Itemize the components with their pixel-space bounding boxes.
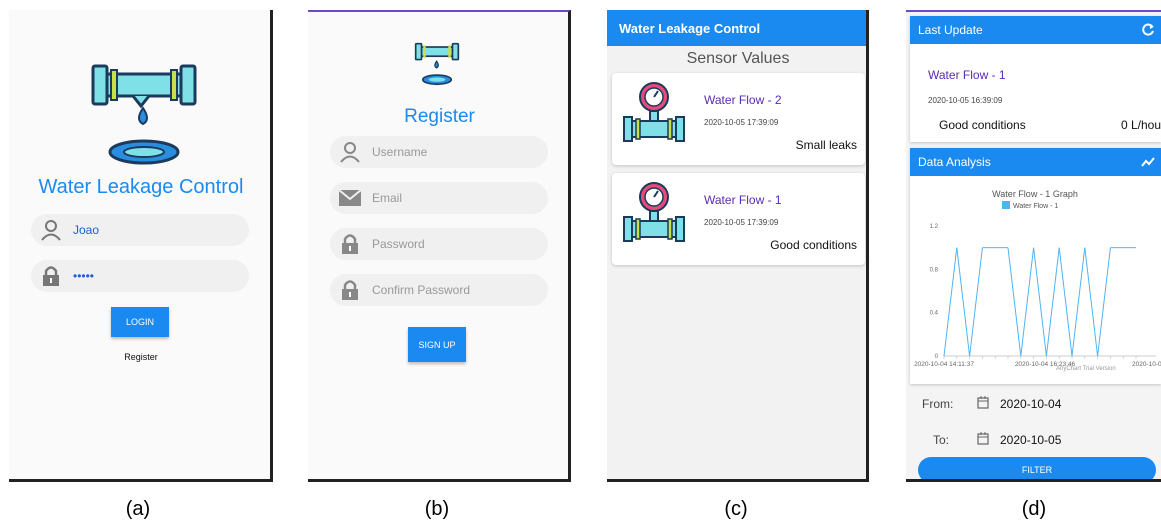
x-tick-label: 2020-10-04 16:2: [1132, 361, 1161, 368]
sensor-detail-screen: Last Update Water Flow - 1 2020-10-05 16…: [906, 10, 1161, 482]
last-update-header: Last Update: [910, 16, 1161, 44]
caption-b: (b): [424, 498, 450, 520]
chart-watermark: AnyChart Trial Version: [1056, 366, 1116, 372]
from-date-input[interactable]: 2020-10-04: [1000, 397, 1061, 411]
sensor-name: Water Flow - 2: [704, 93, 782, 107]
login-button[interactable]: LOGIN: [111, 307, 169, 337]
password-field[interactable]: •••••: [31, 260, 249, 292]
password-placeholder: Password: [372, 237, 425, 251]
series-line-segment: [1058, 247, 1073, 357]
caption-d: (d): [1021, 498, 1047, 520]
sign-up-button[interactable]: SIGN UP: [408, 327, 466, 362]
series-line-segment: [969, 247, 983, 357]
last-update-title: Last Update: [918, 23, 983, 37]
caption-a: (a): [125, 498, 151, 520]
data-analysis-header: Data Analysis: [910, 148, 1161, 176]
pressure-gauge-pipe-icon: [623, 182, 685, 242]
lock-icon: [39, 264, 63, 288]
data-analysis-card: Data Analysis Water Flow - 1 Graph Water…: [910, 148, 1161, 384]
line-chart: Water Flow - 1 Graph Water Flow - 1 0 0.4…: [914, 189, 1161, 372]
section-title: Sensor Values: [686, 50, 790, 67]
calendar-icon: [977, 432, 989, 445]
legend-label: Water Flow - 1: [1013, 203, 1058, 210]
refresh-icon[interactable]: [1141, 23, 1155, 37]
legend-swatch: [1002, 201, 1010, 209]
y-tick-label: 0.8: [930, 267, 939, 273]
sensor-status: Good conditions: [939, 118, 1026, 132]
series-line-segment: [1033, 247, 1047, 357]
calendar-icon: [977, 396, 989, 409]
username-field[interactable]: Joao: [31, 214, 249, 246]
pressure-gauge-pipe-icon: [623, 82, 685, 142]
app-title: Water Leakage Control: [38, 176, 244, 198]
series-line-segment: [943, 247, 958, 357]
lock-icon: [338, 232, 362, 256]
sensor-list-screen: Water Leakage Control Sensor Values Wate…: [607, 10, 869, 482]
sensor-timestamp: 2020-10-05 16:39:09: [928, 96, 1003, 105]
y-tick-label: 1.2: [930, 224, 939, 230]
register-link[interactable]: Register: [9, 352, 270, 362]
to-date-input[interactable]: 2020-10-05: [1000, 433, 1061, 447]
to-label: To:: [933, 433, 950, 447]
sensor-name: Water Flow - 1: [704, 193, 782, 207]
username-placeholder: Username: [372, 145, 428, 159]
series-line-segment: [1097, 247, 1111, 357]
series-line-segment: [1020, 247, 1035, 357]
sensor-name: Water Flow - 1: [928, 68, 1006, 82]
confirm-password-placeholder: Confirm Password: [372, 283, 471, 297]
user-icon: [39, 218, 63, 242]
data-analysis-title: Data Analysis: [918, 155, 991, 169]
user-icon: [338, 140, 362, 164]
login-screen: Water Leakage Control Joao ••••• LOGIN R…: [9, 10, 273, 482]
sensor-card-2[interactable]: Water Flow - 1 2020-10-05 17:39:09 Good …: [612, 173, 865, 265]
flow-value: 0 L/hour: [1120, 118, 1161, 132]
sensor-status: Good conditions: [770, 238, 857, 252]
lock-icon: [338, 278, 362, 302]
confirm-password-input[interactable]: Confirm Password: [330, 274, 548, 306]
last-update-card: Last Update Water Flow - 1 2020-10-05 16…: [910, 16, 1161, 142]
series-line-segment: [1071, 247, 1086, 357]
email-input[interactable]: Email: [330, 182, 548, 214]
series-line-segment: [1007, 247, 1022, 357]
pipe-leak-logo-icon: [91, 64, 197, 165]
y-tick-label: 0: [935, 354, 939, 360]
caption-c: (c): [724, 498, 748, 520]
series-line-segment: [1045, 247, 1060, 357]
mail-icon: [338, 186, 362, 210]
trend-icon: [1141, 157, 1155, 167]
x-tick-label: 2020-10-04 14:11:37: [914, 361, 974, 368]
app-bar-title: Water Leakage Control: [619, 20, 761, 36]
sensor-card-1[interactable]: Water Flow - 2 2020-10-05 17:39:09 Small…: [612, 73, 865, 165]
series-line-segment: [956, 247, 971, 357]
password-input[interactable]: Password: [330, 228, 548, 260]
register-title: Register: [404, 106, 475, 127]
sensor-timestamp: 2020-10-05 17:39:09: [704, 218, 779, 227]
email-placeholder: Email: [372, 191, 403, 205]
y-tick-label: 0.4: [930, 311, 939, 317]
username-input[interactable]: Username: [330, 136, 548, 168]
series-line-segment: [1084, 247, 1099, 357]
sensor-timestamp: 2020-10-05 17:39:09: [704, 118, 779, 127]
chart-title: Water Flow - 1 Graph: [992, 189, 1078, 199]
filter-button[interactable]: FILTER: [918, 457, 1156, 479]
app-bar: Water Leakage Control: [607, 10, 866, 46]
username-value: Joao: [73, 223, 100, 237]
register-screen: Register Username Email Password Confirm…: [308, 10, 571, 482]
from-label: From:: [922, 397, 954, 411]
password-value: •••••: [73, 269, 95, 283]
sensor-status: Small leaks: [795, 138, 857, 152]
pipe-leak-logo-icon: [414, 42, 460, 86]
